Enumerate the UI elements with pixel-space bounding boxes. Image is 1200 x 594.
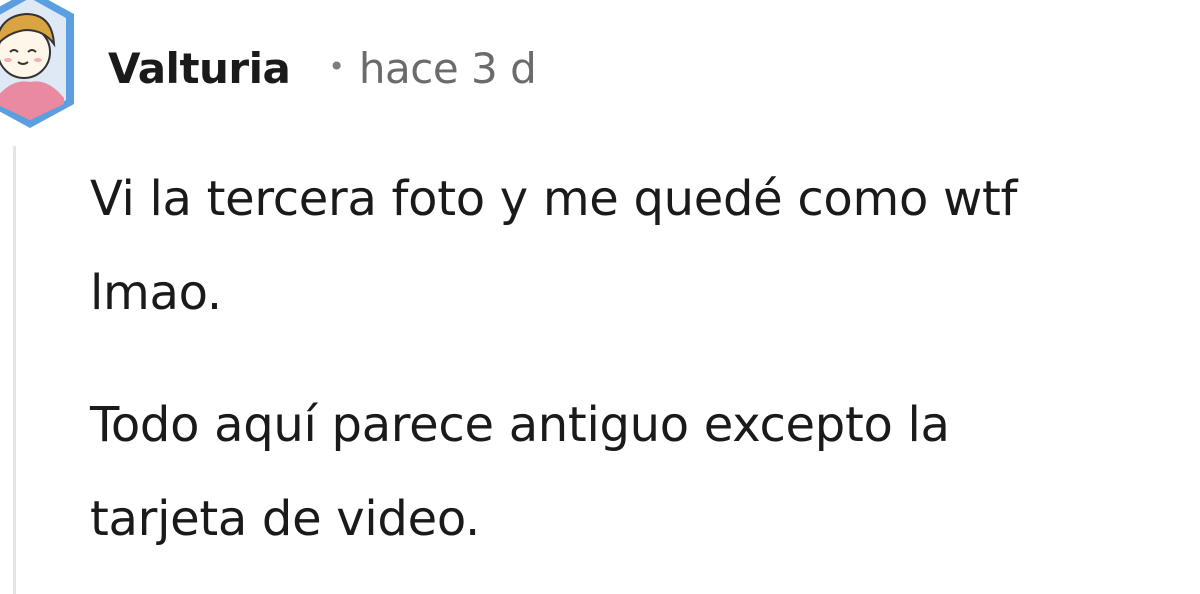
meta-separator: • (328, 49, 345, 83)
comment-paragraph: Vi la tercera foto y me quedé como wtf l… (90, 171, 1018, 321)
comment-timestamp[interactable]: hace 3 d (359, 44, 537, 93)
comment-card: Valturia • hace 3 d Vi la tercera foto y… (0, 0, 1200, 594)
cartoon-avatar-icon[interactable] (0, 0, 78, 132)
author-username[interactable]: Valturia (108, 44, 291, 93)
comment-paragraph: Todo aquí parece antiguo excepto la tarj… (90, 397, 950, 547)
thread-line[interactable] (13, 146, 16, 594)
comment-header: Valturia • hace 3 d (108, 38, 537, 98)
comment-body: Vi la tercera foto y me quedé como wtf l… (90, 152, 1190, 566)
